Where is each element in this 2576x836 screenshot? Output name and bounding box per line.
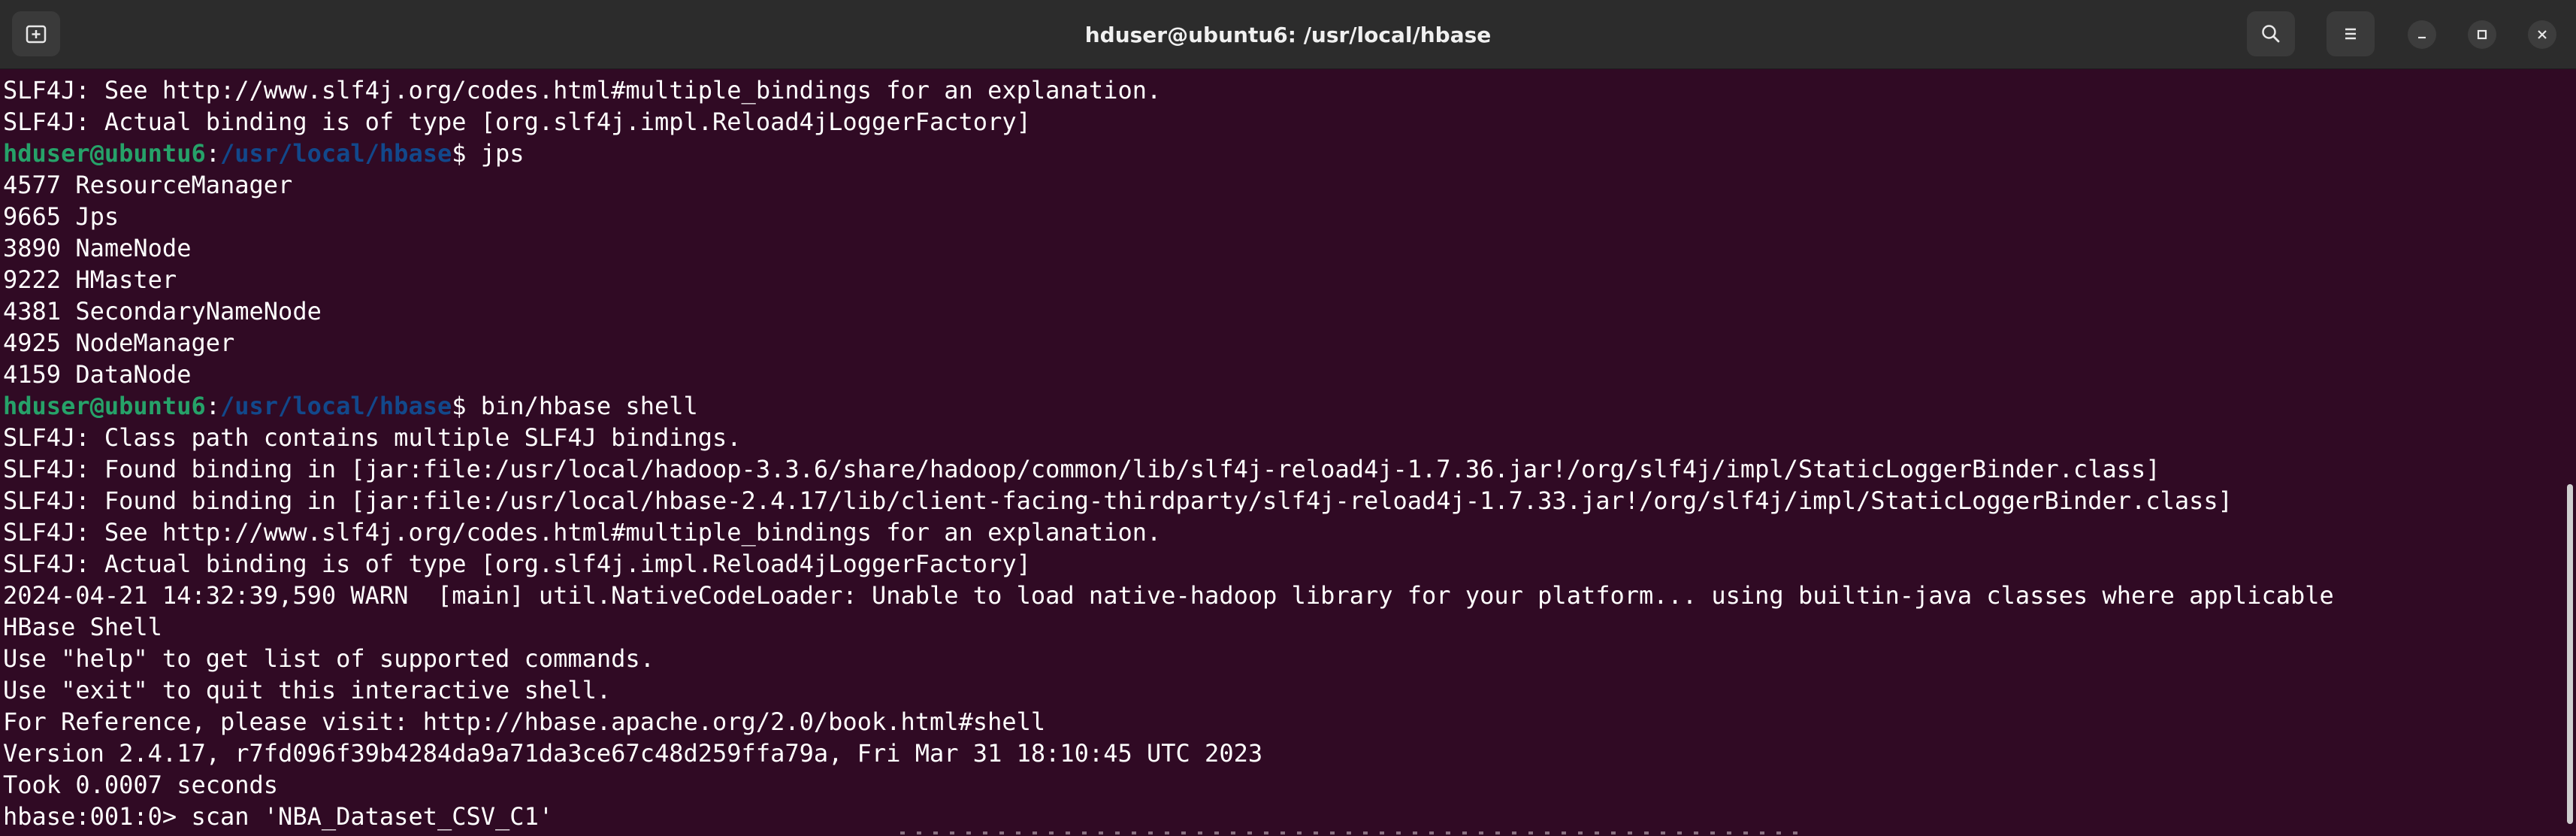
minimize-icon (2418, 36, 2426, 39)
hbase-prompt-line: hbase:001:0> scan 'NBA_Dataset_CSV_C1' (3, 802, 554, 831)
prompt-separator: : (205, 392, 220, 420)
prompt-symbol: $ (452, 139, 467, 168)
close-icon (2538, 30, 2547, 39)
prompt-user: hduser@ubuntu6 (3, 392, 206, 420)
hamburger-menu-icon (2345, 28, 2356, 40)
terminal-line: For Reference, please visit: http://hbas… (3, 707, 1046, 736)
prompt-path: /usr/local/hbase (219, 392, 452, 420)
terminal-line: Took 0.0007 seconds (3, 771, 279, 799)
window-title: hduser@ubuntu6: /usr/local/hbase (1084, 22, 1492, 47)
terminal-line: SLF4J: Found binding in [jar:file:/usr/l… (3, 486, 2233, 515)
selection-underline (900, 831, 1802, 834)
search-button[interactable] (2247, 11, 2295, 56)
terminal-line: 9222 HMaster (3, 265, 177, 294)
title-bar: hduser@ubuntu6: /usr/local/hbase (0, 0, 2576, 69)
terminal-line: 4381 SecondaryNameNode (3, 297, 322, 326)
terminal-line: SLF4J: Actual binding is of type [org.sl… (3, 550, 1031, 578)
terminal-line: SLF4J: See http://www.slf4j.org/codes.ht… (3, 76, 1162, 104)
new-tab-icon (26, 25, 47, 44)
terminal-line: 9665 Jps (3, 202, 119, 231)
terminal-line: Version 2.4.17, r7fd096f39b4284da9a71da3… (3, 739, 1263, 768)
command-text: jps (466, 139, 525, 168)
maximize-icon (2477, 29, 2487, 40)
terminal-line: SLF4J: Class path contains multiple SLF4… (3, 423, 742, 452)
close-button[interactable] (2528, 20, 2556, 49)
prompt-separator: : (205, 139, 220, 168)
vertical-scrollbar[interactable] (2567, 484, 2573, 824)
terminal-line: 4577 ResourceManager (3, 171, 293, 199)
prompt-symbol: $ (452, 392, 467, 420)
terminal-line: SLF4J: Found binding in [jar:file:/usr/l… (3, 455, 2160, 483)
terminal-line: 4159 DataNode (3, 360, 192, 389)
prompt-user: hduser@ubuntu6 (3, 139, 206, 168)
menu-button[interactable] (2327, 11, 2375, 56)
prompt-path: /usr/local/hbase (219, 139, 452, 168)
terminal-line: 4925 NodeManager (3, 329, 235, 357)
prompt-line: hduser@ubuntu6:/usr/local/hbase$ jps (3, 138, 525, 169)
minimize-button[interactable] (2408, 20, 2436, 49)
terminal-line: Use "exit" to quit this interactive shel… (3, 676, 612, 704)
terminal-line: 3890 NameNode (3, 234, 192, 262)
command-text: bin/hbase shell (466, 392, 698, 420)
search-icon (2262, 25, 2280, 43)
maximize-button[interactable] (2468, 20, 2496, 49)
terminal-output[interactable]: SLF4J: See http://www.slf4j.org/codes.ht… (0, 69, 2562, 836)
new-tab-button[interactable] (12, 11, 60, 56)
terminal-line: HBase Shell (3, 613, 162, 641)
terminal-line: SLF4J: Actual binding is of type [org.sl… (3, 108, 1031, 136)
terminal-line: 2024-04-21 14:32:39,590 WARN [main] util… (3, 581, 2334, 610)
terminal-line: SLF4J: See http://www.slf4j.org/codes.ht… (3, 518, 1162, 547)
prompt-line: hduser@ubuntu6:/usr/local/hbase$ bin/hba… (3, 390, 698, 422)
terminal-line: Use "help" to get list of supported comm… (3, 644, 655, 673)
